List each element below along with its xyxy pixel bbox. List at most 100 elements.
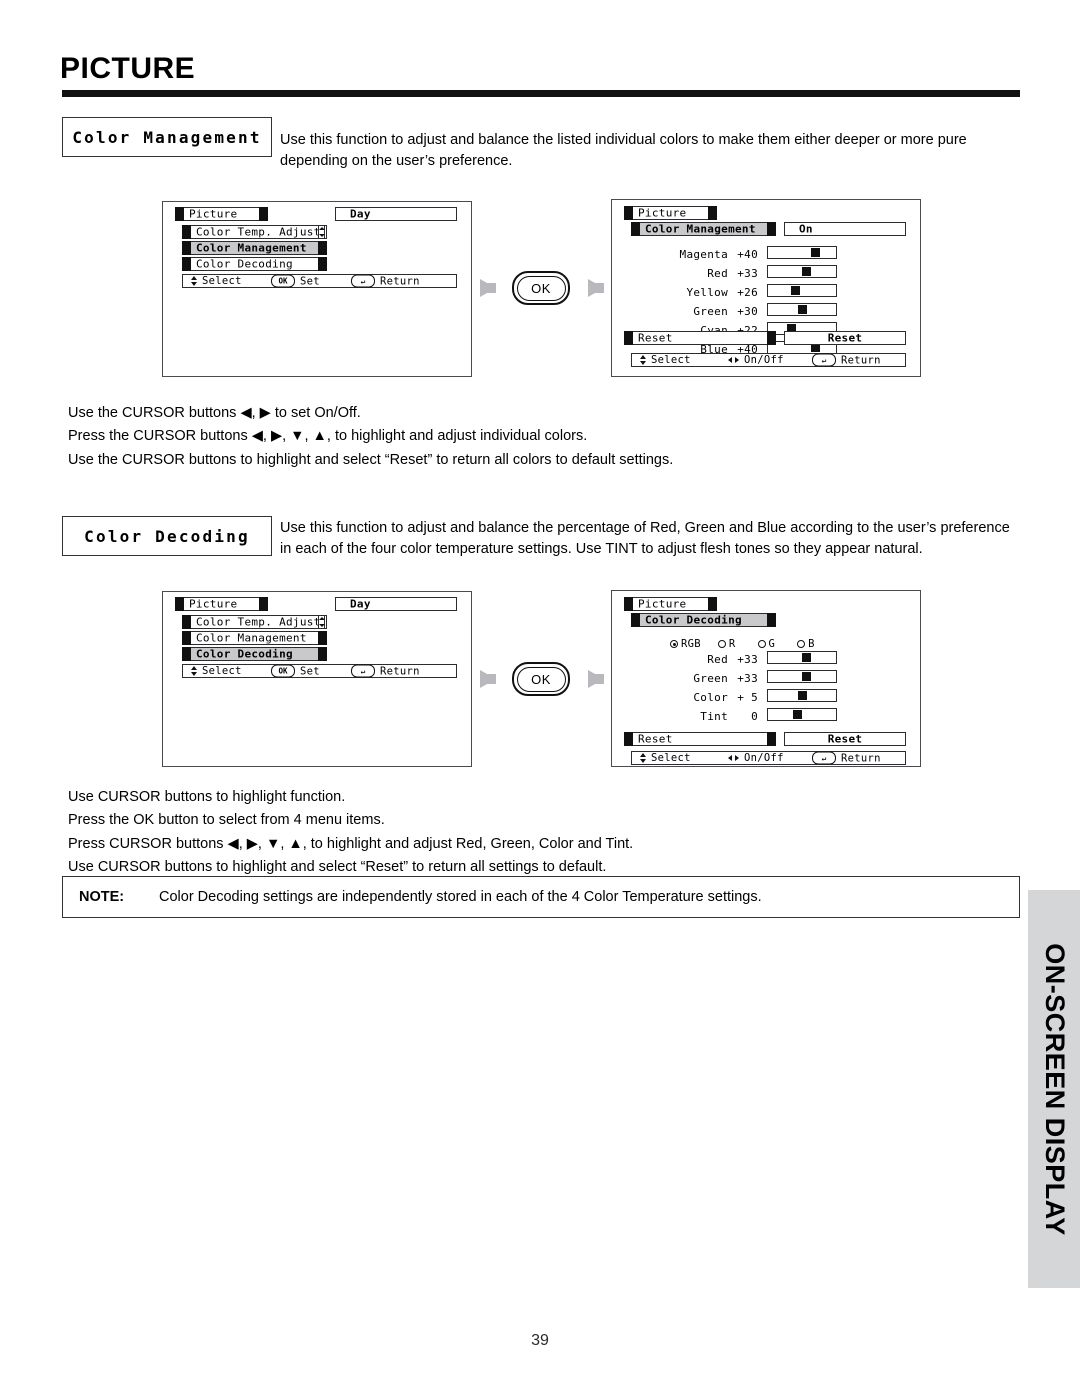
- osd1-hint-return: Return: [380, 275, 420, 287]
- osd-picture-menu-1: Picture Day Color Temp. Adjust Color Man…: [162, 201, 472, 377]
- osd-cm-hint-onoff: On/Off: [744, 354, 784, 366]
- note-box: NOTE: Color Decoding settings are indepe…: [62, 876, 1020, 918]
- osd2-hint-bar: Select OK Set ↵ Return: [182, 664, 457, 678]
- ok-button-2[interactable]: OK: [512, 662, 570, 696]
- side-tab-on-screen-display: ON-SCREEN DISPLAY: [1028, 890, 1080, 1288]
- osd1-item-label-2: Color Decoding: [196, 257, 293, 271]
- osd2-hint-select: Select: [202, 665, 242, 677]
- osd-cd-radio-b[interactable]: B: [797, 638, 815, 650]
- osd-cm-slider-0[interactable]: [767, 246, 837, 259]
- arrow-right-icon-2: [588, 279, 604, 297]
- osd-cm-slider-3[interactable]: [767, 303, 837, 316]
- instructions-color-management: Use the CURSOR buttons ◀, ▶ to set On/Of…: [68, 402, 673, 472]
- osd-cm-hint-select: Select: [651, 354, 691, 366]
- osd-cd-slider-value-3: 0: [751, 710, 758, 723]
- instruction-line: Press CURSOR buttons ◀, ▶, ▼, ▲, to high…: [68, 835, 634, 852]
- osd2-item-color-management[interactable]: Color Management: [182, 631, 327, 645]
- osd-cm-hint-return: Return: [841, 354, 881, 366]
- osd-cd-slider-2[interactable]: [767, 689, 837, 702]
- osd-cm-title: Picture: [638, 206, 687, 220]
- scroll-updown-icon[interactable]: [318, 225, 325, 239]
- osd1-item-label-0: Color Temp. Adjust: [196, 225, 321, 239]
- section-description-color-management: Use this function to adjust and balance …: [280, 132, 967, 170]
- osd2-item-color-temp-adjust[interactable]: Color Temp. Adjust: [182, 615, 327, 629]
- instruction-line: Use CURSOR buttons to highlight function…: [68, 789, 346, 805]
- scroll-updown-icon[interactable]: [318, 615, 325, 629]
- osd-cm-reset-right-label: Reset: [827, 331, 863, 345]
- osd-cm-submenu: Color Management: [645, 222, 756, 236]
- osd1-item-color-temp-adjust[interactable]: Color Temp. Adjust: [182, 225, 327, 239]
- osd-cm-submenu-row[interactable]: Color Management: [631, 222, 776, 236]
- osd-cd-reset-right[interactable]: Reset: [784, 732, 906, 746]
- osd-cd-reset-left[interactable]: Reset: [624, 732, 776, 746]
- osd-cd-title-row: Picture: [624, 597, 717, 611]
- osd-cm-hint-bar: Select On/Off ↵ Return: [631, 353, 906, 367]
- ok-key-icon: OK: [271, 664, 295, 678]
- osd2-mode-value: Day: [350, 597, 371, 611]
- osd2-item-label-1: Color Management: [196, 631, 307, 645]
- osd-cm-slider-value-2: +26: [737, 286, 758, 299]
- osd1-title-row: Picture: [175, 207, 268, 221]
- osd-cm-reset-left-label: Reset: [638, 331, 673, 345]
- osd1-hint-bar: Select OK Set ↵ Return: [182, 274, 457, 288]
- updown-arrows-icon: [640, 753, 646, 763]
- osd-cd-radio-label-3: B: [808, 638, 815, 650]
- section-heading-color-decoding: Color Decoding: [62, 516, 272, 556]
- osd-cd-radio-g[interactable]: G: [757, 638, 776, 650]
- leftright-arrows-icon: [728, 357, 739, 363]
- arrow-right-icon: [480, 670, 496, 688]
- osd2-item-color-decoding[interactable]: Color Decoding: [182, 647, 327, 661]
- instruction-line: Use the CURSOR buttons to highlight and …: [68, 451, 674, 468]
- section-heading-color-management: Color Management: [62, 117, 272, 157]
- osd2-mode-box: Day: [335, 597, 457, 611]
- osd-cm-state-box[interactable]: On: [784, 222, 906, 236]
- osd-cd-slider-value-1: +33: [737, 672, 758, 685]
- page-number: 39: [531, 1332, 549, 1349]
- osd-cd-hint-return: Return: [841, 752, 881, 764]
- osd1-title: Picture: [189, 207, 238, 221]
- return-key-icon: ↵: [351, 274, 375, 288]
- osd-cm-reset-left[interactable]: Reset: [624, 331, 776, 345]
- osd2-item-label-2: Color Decoding: [196, 647, 293, 661]
- osd1-item-color-decoding[interactable]: Color Decoding: [182, 257, 327, 271]
- osd-cd-hint-select: Select: [651, 752, 691, 764]
- osd2-hint-set: Set: [300, 665, 320, 677]
- radio-selected-icon: [670, 640, 678, 648]
- osd-cd-reset-left-label: Reset: [638, 732, 673, 746]
- osd-cm-slider-label-0: Magenta: [679, 248, 728, 261]
- updown-arrows-icon: [191, 666, 197, 676]
- osd-cm-slider-2[interactable]: [767, 284, 837, 297]
- osd-cd-title: Picture: [638, 597, 687, 611]
- return-key-icon: ↵: [812, 353, 836, 367]
- ok-button-1[interactable]: OK: [512, 271, 570, 305]
- transition-ok-1: OK: [480, 271, 604, 305]
- page-title: PICTURE: [60, 52, 196, 85]
- osd-cd-slider-3[interactable]: [767, 708, 837, 721]
- radio-icon: [757, 640, 766, 648]
- instruction-line: Press the CURSOR buttons ◀, ▶, ▼, ▲, to …: [68, 428, 588, 445]
- osd-cm-reset-right[interactable]: Reset: [784, 331, 906, 345]
- side-tab-label: ON-SCREEN DISPLAY: [1039, 942, 1070, 1236]
- osd-cd-radio-label-2: G: [768, 638, 776, 650]
- osd-cm-slider-1[interactable]: [767, 265, 837, 278]
- osd2-title-row: Picture: [175, 597, 268, 611]
- osd-cd-slider-0[interactable]: [767, 651, 837, 664]
- osd-cd-slider-1[interactable]: [767, 670, 837, 683]
- osd-cd-radio-rgb[interactable]: RGB: [670, 638, 701, 650]
- osd2-hint-return: Return: [380, 665, 420, 677]
- osd-cd-submenu-row[interactable]: Color Decoding: [631, 613, 776, 627]
- return-key-icon: ↵: [351, 664, 375, 678]
- arrow-right-icon: [480, 279, 496, 297]
- osd2-item-label-0: Color Temp. Adjust: [196, 615, 321, 629]
- osd1-item-label-1: Color Management: [196, 241, 307, 255]
- title-rule: [62, 90, 1020, 97]
- osd-cd-slider-label-2: Color: [693, 691, 728, 704]
- osd-color-management: Picture Color Management On Magenta +40 …: [611, 199, 921, 377]
- osd-cd-radio-r[interactable]: R: [717, 638, 736, 650]
- note-label: NOTE:: [79, 889, 125, 905]
- osd-cd-hint-bar: Select On/Off ↵ Return: [631, 751, 906, 765]
- osd1-item-color-management[interactable]: Color Management: [182, 241, 327, 255]
- radio-icon: [717, 640, 726, 648]
- osd2-title: Picture: [189, 597, 238, 611]
- manual-page: PICTURE Color Management Use this functi…: [0, 0, 1080, 1397]
